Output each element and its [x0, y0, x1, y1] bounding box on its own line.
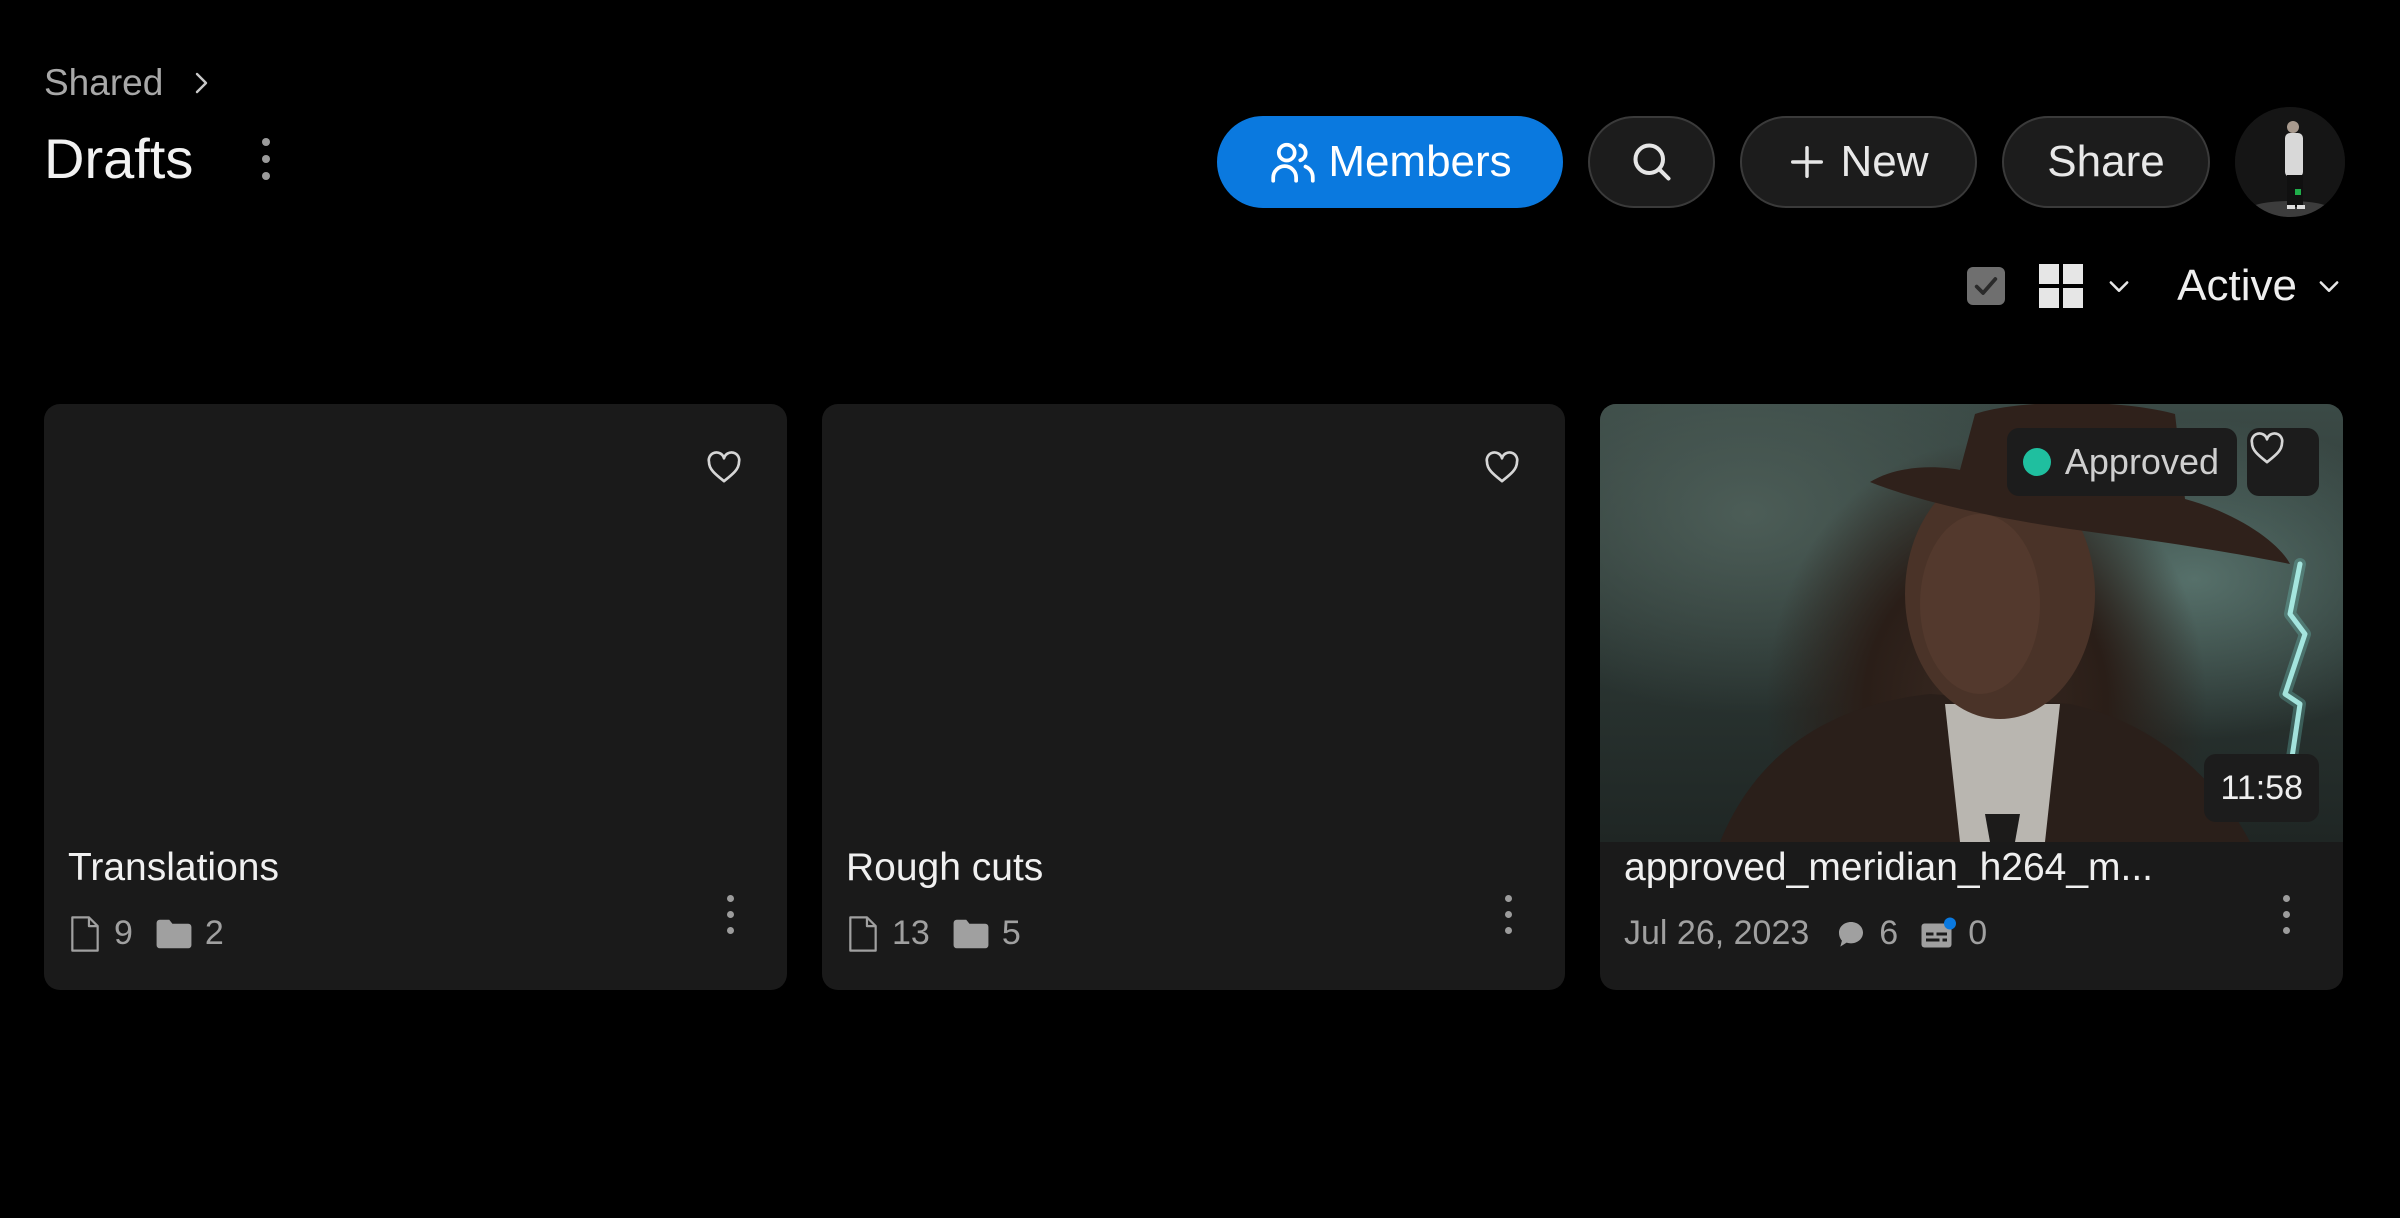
avatar-image [2235, 107, 2345, 217]
users-icon [1271, 142, 1315, 183]
plus-icon [1791, 146, 1824, 178]
heart-icon [707, 451, 741, 483]
folder-card[interactable]: Rough cuts 13 5 [822, 404, 1565, 990]
card-meta: 13 5 [846, 914, 1043, 953]
members-label: Members [1328, 137, 1512, 186]
folder-card[interactable]: Translations 9 2 [44, 404, 787, 990]
new-label: New [1840, 137, 1929, 186]
select-all-checkbox[interactable] [1967, 267, 2006, 305]
card-title[interactable]: Rough cuts [846, 846, 1043, 890]
status-dot [2022, 448, 2051, 476]
breadcrumb-shared[interactable]: Shared [44, 62, 163, 104]
upload-date: Jul 26, 2023 [1624, 914, 1810, 952]
more-vertical-icon [726, 894, 734, 934]
chevron-right-icon [196, 72, 208, 94]
status-filter-label: Active [2177, 261, 2297, 310]
folder-icon [155, 918, 193, 950]
card-info: Rough cuts 13 5 [846, 844, 1541, 964]
title-row: Drafts [44, 126, 281, 191]
heart-icon [1485, 451, 1519, 483]
file-count: 9 [114, 914, 133, 952]
more-vertical-icon [262, 137, 271, 180]
view-toolbar: Active [1967, 258, 2343, 314]
folder-icon [952, 918, 990, 950]
file-count: 13 [892, 914, 930, 952]
status-label: Approved [2064, 441, 2219, 482]
folder-count: 2 [204, 914, 224, 952]
view-mode-dropdown[interactable] [2039, 264, 2133, 308]
search-button[interactable] [1588, 116, 1715, 208]
folder-count: 5 [1001, 914, 1021, 952]
card-meta: 9 2 [68, 914, 246, 953]
file-icon [846, 915, 880, 953]
search-icon [1632, 143, 1671, 181]
status-badge[interactable]: Approved [2006, 428, 2237, 496]
share-button[interactable]: Share [2002, 116, 2210, 208]
card-title[interactable]: approved_meridian_h264_m... [1624, 846, 2153, 890]
share-label: Share [2047, 137, 2165, 186]
status-filter-dropdown[interactable]: Active [2177, 261, 2343, 311]
card-menu-button[interactable] [2271, 884, 2301, 944]
breadcrumb: Shared [44, 62, 213, 104]
chevron-down-icon [2319, 281, 2339, 292]
captions-count: 0 [1968, 914, 1988, 952]
chevron-down-icon [2109, 281, 2129, 292]
card-info: approved_meridian_h264_m... Jul 26, 2023… [1624, 844, 2319, 964]
card-meta: Jul 26, 2023 6 0 [1624, 914, 2009, 953]
favorite-button[interactable] [694, 437, 754, 497]
favorite-button[interactable] [2247, 428, 2319, 496]
comment-icon [1835, 918, 1867, 950]
video-thumbnail[interactable]: Approved 11:58 [1600, 404, 2343, 842]
video-card[interactable]: Approved 11:58 approved_meridian_h264_m.… [1600, 404, 2343, 990]
user-avatar[interactable] [2235, 107, 2345, 217]
members-button[interactable]: Members [1217, 116, 1563, 208]
card-menu-button[interactable] [1493, 884, 1523, 944]
header-actions: Members New Share [1217, 107, 2345, 217]
page-title: Drafts [44, 127, 194, 190]
comment-count: 6 [1879, 914, 1899, 952]
checkmark-icon [1974, 277, 1998, 295]
card-title[interactable]: Translations [68, 846, 279, 890]
grid-view-icon [2039, 264, 2084, 308]
heart-icon [2250, 432, 2284, 464]
page-menu-button[interactable] [251, 131, 281, 187]
new-button[interactable]: New [1740, 116, 1977, 208]
captions-icon [1920, 917, 1957, 951]
more-vertical-icon [2282, 894, 2290, 934]
file-icon [68, 915, 102, 953]
more-vertical-icon [1504, 894, 1512, 934]
favorite-button[interactable] [1472, 437, 1532, 497]
video-duration: 11:58 [2204, 754, 2319, 822]
card-menu-button[interactable] [715, 884, 745, 944]
card-info: Translations 9 2 [68, 844, 763, 964]
